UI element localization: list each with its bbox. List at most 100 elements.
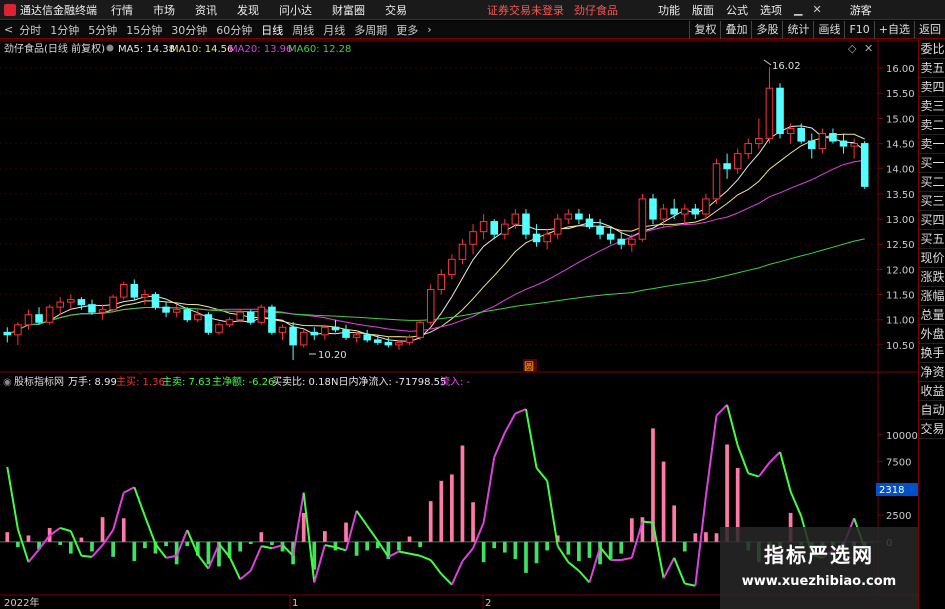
sidebar-item-ask1[interactable]: 卖一 [919, 135, 945, 154]
x-label-2: 2 [485, 598, 491, 609]
period-multi[interactable]: 多周期 [354, 22, 387, 38]
period-daily[interactable]: 日线 [261, 22, 283, 38]
price-tick-label: 16.00 [886, 64, 915, 75]
panel-settings-icon[interactable]: ◇ [848, 42, 857, 55]
sidebar-item-auto[interactable]: 自动 [919, 401, 945, 420]
sidebar-item-ask5[interactable]: 卖五 [919, 59, 945, 78]
period-intraday[interactable]: 分时 [19, 22, 41, 38]
menu-discover[interactable]: 发现 [237, 2, 259, 18]
candle [850, 138, 858, 159]
sub-panel-title: 股标指标网 [14, 375, 64, 388]
flow-tick-label: 10000 [886, 431, 918, 442]
menu-wealth[interactable]: 财富圈 [332, 2, 365, 18]
menu-options[interactable]: 选项 [760, 2, 782, 18]
period-15min[interactable]: 15分钟 [126, 22, 162, 38]
price-tick-label: 10.50 [886, 341, 915, 352]
candle [691, 203, 700, 220]
sidebar-item-bid3[interactable]: 买三 [919, 192, 945, 211]
stock-chart[interactable]: 劲仔食品(日线 前复权) MA5: 14.38 MA10: 14.56 MA20… [0, 40, 918, 609]
candle [342, 324, 350, 340]
candle-body [829, 133, 837, 142]
sidebar-item-ask4[interactable]: 卖四 [919, 78, 945, 97]
return-button[interactable]: 返回 [914, 21, 945, 39]
candle-body [511, 213, 520, 225]
login-warning[interactable]: 证券交易未登录 [487, 2, 564, 18]
flow-bar [270, 541, 274, 546]
menu-functions[interactable]: 功能 [658, 2, 680, 18]
candle-body [744, 143, 753, 155]
candle [469, 224, 477, 255]
menu-quotes[interactable]: 行情 [111, 2, 133, 18]
sidebar-item-net-assets[interactable]: 净资 [919, 363, 945, 382]
candle-body [172, 309, 181, 313]
menu-ask[interactable]: 问小达 [279, 2, 312, 18]
minimize-icon[interactable]: ▁ [794, 3, 802, 16]
flow-bar [354, 541, 359, 556]
draw-line-button[interactable]: 画线 [813, 21, 844, 39]
close-icon[interactable]: ✕ [812, 3, 821, 16]
candle [416, 319, 424, 340]
menu-formula[interactable]: 公式 [726, 2, 748, 18]
sub-panel-icon[interactable]: ◉ [3, 377, 12, 388]
back-arrow-icon[interactable]: < [4, 23, 13, 36]
candlesticks [3, 67, 869, 360]
overlay-button[interactable]: 叠加 [720, 21, 751, 39]
sidebar-item-price[interactable]: 现价 [919, 249, 945, 268]
sidebar-item-ask2[interactable]: 卖二 [919, 116, 945, 135]
candle-body [204, 314, 213, 333]
sidebar-item-change-pct[interactable]: 涨幅 [919, 287, 945, 306]
period-more[interactable]: 更多 [396, 22, 418, 38]
flow-line-segment [355, 510, 369, 527]
period-60min[interactable]: 60分钟 [216, 22, 252, 38]
flow-bar [111, 541, 115, 557]
f10-button[interactable]: F10 [844, 21, 873, 39]
ma60-label: MA60: 12.28 [288, 44, 351, 55]
candle-body [733, 153, 742, 170]
menu-market[interactable]: 市场 [153, 2, 175, 18]
flow-line-segment [143, 515, 157, 545]
period-30min[interactable]: 30分钟 [171, 22, 207, 38]
sidebar-item-volume[interactable]: 总量 [919, 306, 945, 325]
candle-body [310, 331, 319, 336]
statistics-button[interactable]: 统计 [782, 21, 813, 39]
sidebar-item-turnover[interactable]: 换手 [919, 344, 945, 363]
sidebar-item-commission-ratio[interactable]: 委比 [919, 40, 945, 59]
price-grid [0, 67, 878, 346]
candle [860, 141, 869, 189]
menu-trade[interactable]: 交易 [385, 2, 407, 18]
event-marker[interactable]: 圆 [524, 361, 534, 373]
sidebar-item-bid4[interactable]: 买四 [919, 211, 945, 230]
menu-news[interactable]: 资讯 [195, 2, 217, 18]
guest-user[interactable]: 游客 [850, 2, 872, 18]
period-weekly[interactable]: 周线 [292, 22, 314, 38]
sidebar-item-bid2[interactable]: 买二 [919, 173, 945, 192]
candle [649, 193, 657, 225]
candle-body [426, 289, 435, 323]
multi-stock-button[interactable]: 多股 [751, 21, 782, 39]
candle-body [384, 341, 393, 346]
sidebar-item-earnings[interactable]: 收益 [919, 382, 945, 401]
candle [268, 304, 276, 335]
candle [543, 229, 551, 250]
period-5min[interactable]: 5分钟 [88, 22, 117, 38]
period-1min[interactable]: 1分钟 [50, 22, 79, 38]
restore-rights-button[interactable]: 复权 [689, 21, 720, 39]
sidebar-item-bid5[interactable]: 买五 [919, 230, 945, 249]
x-label-2022: 2022年 [4, 596, 39, 609]
candle-body [130, 284, 139, 298]
sidebar-item-outer-volume[interactable]: 外盘 [919, 325, 945, 344]
add-watchlist-button[interactable]: +自选 [873, 21, 914, 39]
flow-line-segment [123, 486, 135, 494]
candle-body [522, 213, 530, 235]
sidebar-item-bid1[interactable]: 买一 [919, 154, 945, 173]
candle-body [363, 334, 371, 341]
period-monthly[interactable]: 月线 [323, 22, 345, 38]
more-arrow-icon[interactable]: › [427, 23, 431, 36]
sidebar-item-change[interactable]: 涨跌 [919, 268, 945, 287]
settings-dot-icon[interactable] [106, 44, 114, 52]
panel-close-icon[interactable]: ✕ [864, 42, 873, 55]
sidebar-item-ask3[interactable]: 卖三 [919, 97, 945, 116]
candle [289, 322, 297, 360]
menu-layout[interactable]: 版面 [692, 2, 714, 18]
sidebar-item-trade[interactable]: 交易 [919, 420, 945, 439]
